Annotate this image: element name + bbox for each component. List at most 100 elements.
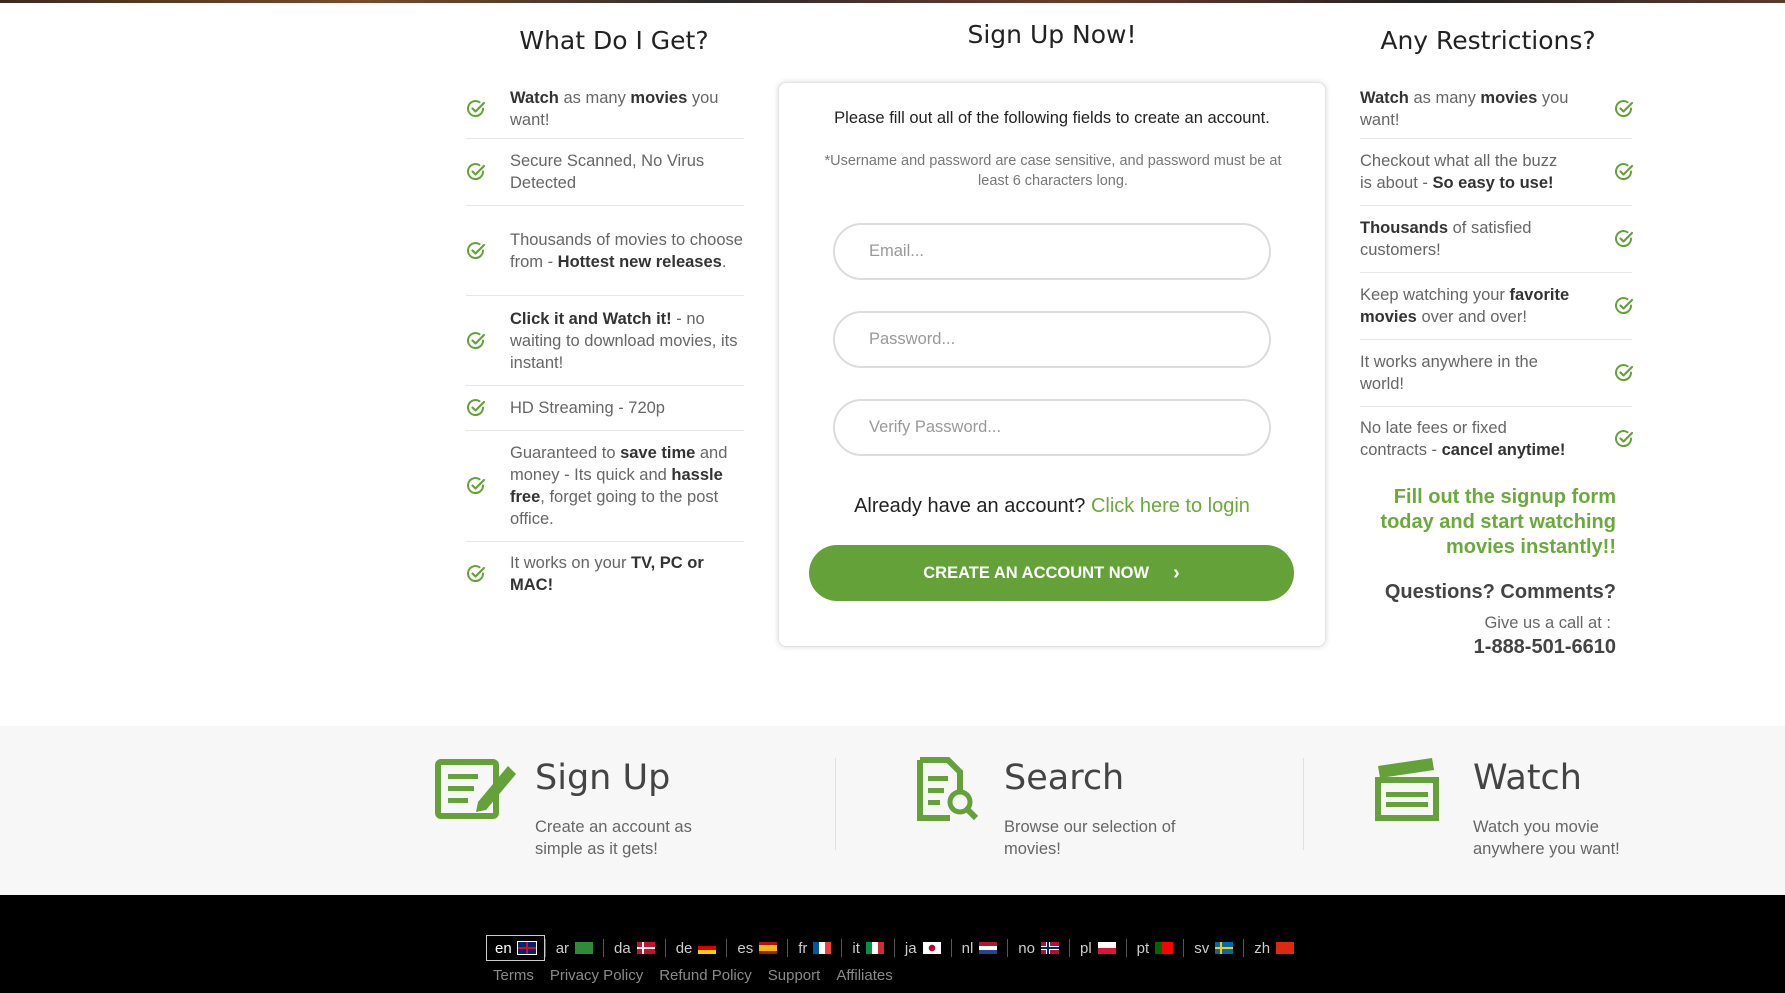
language-option-en[interactable]: en bbox=[486, 935, 545, 961]
language-code: de bbox=[675, 939, 693, 957]
footer-link-terms[interactable]: Terms bbox=[493, 967, 534, 984]
how-it-works-band: Sign Up Create an account as simple as i… bbox=[0, 726, 1785, 895]
flag-icon bbox=[922, 942, 941, 954]
feature-text-part: as many bbox=[558, 89, 631, 107]
verify-password-field[interactable] bbox=[833, 399, 1271, 456]
top-banner-strip bbox=[0, 0, 1785, 3]
feature-emphasis: save time bbox=[620, 444, 696, 462]
language-code: pt bbox=[1136, 939, 1150, 957]
feature-text: Thousands of movies to choose from - Hot… bbox=[510, 227, 744, 275]
language-option-da[interactable]: da bbox=[603, 939, 665, 957]
phone-number: 1-888-501-6610 bbox=[1473, 636, 1616, 658]
footer: en ar da de es fr it ja nl no pl pt sv zh Terms Privac… bbox=[0, 895, 1785, 993]
feature-emphasis: Hottest new releases bbox=[557, 252, 722, 271]
language-option-ar[interactable]: ar bbox=[544, 939, 603, 957]
login-link[interactable]: Click here to login bbox=[1091, 495, 1250, 517]
feature-emphasis: movies bbox=[630, 89, 688, 107]
list-item: Checkout what all the buzz is about - So… bbox=[1360, 139, 1634, 206]
language-code: zh bbox=[1254, 939, 1271, 957]
list-item: Watch as many movies you want! bbox=[466, 80, 744, 139]
flag-icon bbox=[1040, 942, 1059, 954]
language-code: fr bbox=[798, 939, 808, 957]
feature-text: Guaranteed to save time and money - Its … bbox=[510, 440, 744, 532]
step-divider bbox=[835, 758, 836, 850]
create-account-button[interactable]: CREATE AN ACCOUNT NOW › bbox=[809, 545, 1294, 601]
form-title: Sign Up Now! bbox=[967, 20, 1137, 49]
feature-text-part: , forget going to the post office. bbox=[510, 488, 719, 528]
check-circle-icon bbox=[466, 331, 486, 351]
feature-text: Checkout what all the buzz is about - So… bbox=[1360, 148, 1572, 196]
footer-link-affiliates[interactable]: Affiliates bbox=[836, 967, 892, 984]
language-code: ja bbox=[904, 939, 917, 957]
search-document-icon bbox=[917, 757, 979, 821]
flag-icon bbox=[575, 942, 594, 954]
feature-text-part: HD Streaming - 720p bbox=[510, 399, 665, 417]
flag-icon bbox=[516, 941, 537, 955]
right-column-title: Any Restrictions? bbox=[1380, 26, 1596, 55]
feature-emphasis: Click it and Watch it! bbox=[510, 309, 672, 328]
password-field[interactable] bbox=[833, 311, 1271, 368]
flag-icon bbox=[1155, 942, 1174, 954]
list-item: HD Streaming - 720p bbox=[466, 386, 744, 431]
email-field[interactable] bbox=[833, 223, 1271, 280]
chevron-right-icon: › bbox=[1173, 561, 1180, 584]
feature-text: HD Streaming - 720p bbox=[510, 395, 665, 421]
language-option-ja[interactable]: ja bbox=[893, 939, 951, 957]
check-circle-icon bbox=[466, 162, 486, 182]
language-code: da bbox=[614, 939, 631, 957]
list-item: It works on your TV, PC or MAC! bbox=[466, 542, 744, 606]
check-circle-icon bbox=[466, 241, 486, 261]
language-code: sv bbox=[1194, 939, 1210, 957]
step-title: Search bbox=[1004, 758, 1125, 798]
list-item: Click it and Watch it! - no waiting to d… bbox=[466, 296, 744, 386]
language-option-pl[interactable]: pl bbox=[1068, 939, 1126, 957]
list-item: No late fees or fixed contracts - cancel… bbox=[1360, 407, 1634, 471]
list-item: It works anywhere in the world! bbox=[1360, 340, 1634, 407]
login-prompt-text: Already have an account? bbox=[854, 495, 1086, 517]
feature-text: Click it and Watch it! - no waiting to d… bbox=[510, 306, 744, 376]
flag-icon bbox=[698, 942, 717, 954]
language-option-sv[interactable]: sv bbox=[1183, 939, 1243, 957]
flag-icon bbox=[1215, 942, 1234, 954]
flag-icon bbox=[865, 942, 884, 954]
flag-icon bbox=[636, 942, 655, 954]
step-description: Browse our selection of movies! bbox=[1004, 818, 1176, 858]
language-option-zh[interactable]: zh bbox=[1243, 939, 1304, 957]
list-item: Thousands of movies to choose from - Hot… bbox=[466, 206, 744, 296]
language-option-de[interactable]: de bbox=[664, 939, 727, 957]
footer-link-refund-policy[interactable]: Refund Policy bbox=[659, 967, 752, 984]
language-option-es[interactable]: es bbox=[726, 939, 787, 957]
feature-text: Watch as many movies you want! bbox=[510, 85, 744, 133]
language-option-nl[interactable]: nl bbox=[950, 939, 1008, 957]
check-circle-icon bbox=[466, 398, 486, 418]
check-circle-icon bbox=[466, 99, 486, 119]
language-option-pt[interactable]: pt bbox=[1125, 939, 1184, 957]
flag-icon bbox=[759, 942, 778, 954]
check-circle-icon bbox=[1614, 162, 1634, 182]
flag-icon bbox=[1097, 942, 1116, 954]
flag-icon bbox=[979, 942, 998, 954]
check-circle-icon bbox=[1614, 429, 1634, 449]
check-circle-icon bbox=[1614, 229, 1634, 249]
language-code: it bbox=[852, 939, 860, 957]
signup-form-card: Please fill out all of the following fie… bbox=[778, 82, 1326, 647]
footer-link-support[interactable]: Support bbox=[768, 967, 821, 984]
form-note: *Username and password are case sensitiv… bbox=[824, 153, 1282, 189]
language-code: es bbox=[737, 939, 754, 957]
step-description: Create an account as simple as it gets! bbox=[535, 818, 692, 858]
feature-text-part: over and over! bbox=[1416, 308, 1527, 326]
feature-text-part: . bbox=[721, 252, 727, 271]
language-option-no[interactable]: no bbox=[1007, 939, 1069, 957]
language-option-it[interactable]: it bbox=[841, 939, 894, 957]
benefits-list: Watch as many movies you want! Secure Sc… bbox=[466, 80, 744, 606]
footer-link-privacy-policy[interactable]: Privacy Policy bbox=[550, 967, 643, 984]
feature-text: It works on your TV, PC or MAC! bbox=[510, 550, 744, 598]
check-circle-icon bbox=[466, 564, 486, 584]
feature-text-part: as many bbox=[1408, 89, 1481, 107]
list-item: Keep watching your favorite movies over … bbox=[1360, 273, 1634, 340]
feature-emphasis: So easy to use! bbox=[1432, 174, 1554, 192]
call-text: Give us a call at : bbox=[1484, 614, 1611, 632]
feature-text: Secure Scanned, No Virus Detected bbox=[510, 148, 744, 196]
language-option-fr[interactable]: fr bbox=[787, 939, 841, 957]
check-circle-icon bbox=[466, 476, 486, 496]
